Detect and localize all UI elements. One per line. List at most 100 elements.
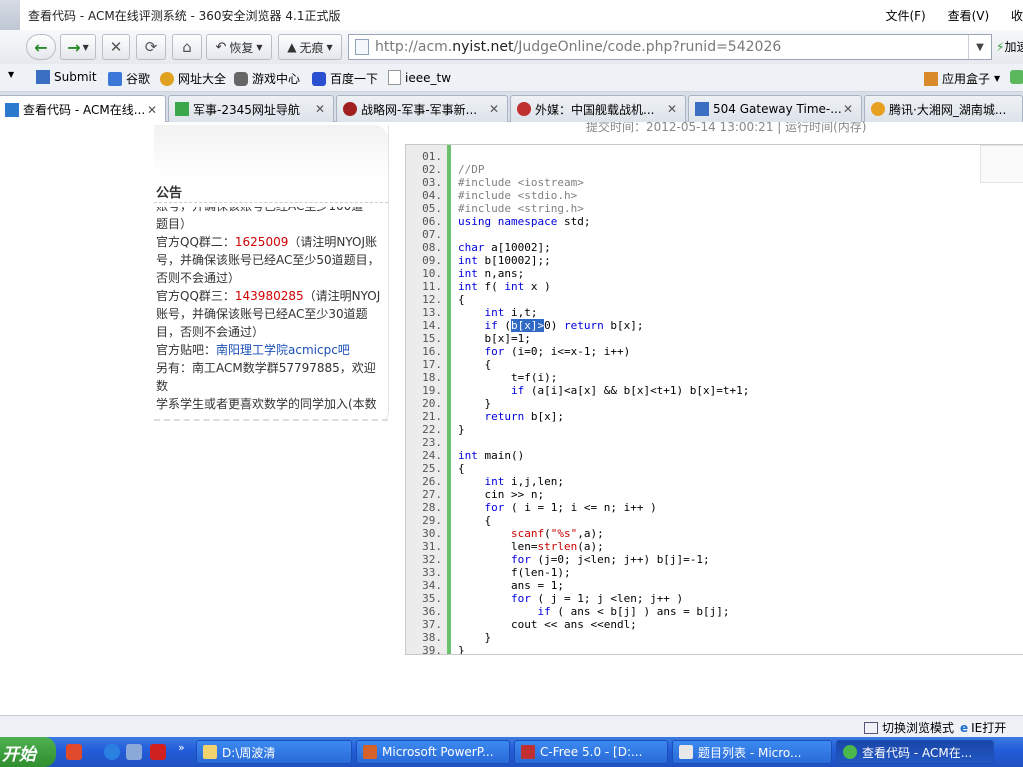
gamepad-icon bbox=[234, 71, 248, 86]
selected-text: b[x]> bbox=[511, 319, 545, 332]
tab-foreign-media[interactable]: 外媒：中国舰载战机... ✕ bbox=[510, 95, 686, 122]
bookmark-ieee[interactable]: ieee_tw bbox=[388, 70, 451, 85]
code-token: { bbox=[458, 514, 492, 527]
line-number: 11. bbox=[422, 280, 442, 293]
close-icon[interactable]: ✕ bbox=[665, 102, 679, 116]
code-token: int bbox=[458, 449, 478, 462]
address-dropdown-button[interactable]: ▼ bbox=[968, 35, 991, 59]
code-token: if bbox=[537, 605, 551, 618]
incognito-icon: ▲ bbox=[287, 40, 297, 54]
bookmark-baidu[interactable]: 百度一下 bbox=[312, 70, 378, 87]
line-number: 05. bbox=[422, 202, 442, 215]
notice-title: 公告 bbox=[156, 186, 183, 201]
bookmark-google[interactable]: 谷歌 bbox=[108, 70, 150, 87]
code-token: std; bbox=[557, 215, 591, 228]
page-icon bbox=[355, 39, 369, 55]
code-line: #include <iostream> bbox=[458, 176, 584, 189]
close-icon[interactable]: ✕ bbox=[145, 103, 159, 117]
ie-icon: e bbox=[960, 720, 969, 735]
app-icon[interactable] bbox=[150, 744, 166, 760]
tab-504-gateway[interactable]: 504 Gateway Time-... ✕ bbox=[688, 95, 862, 122]
address-url[interactable]: http://acm.nyist.net/JudgeOnline/code.ph… bbox=[375, 39, 781, 55]
bookmark-hao123[interactable]: 网址大全 bbox=[160, 70, 226, 87]
code-line: } bbox=[458, 423, 465, 436]
code-line: int i,t; bbox=[458, 306, 538, 319]
paw-icon bbox=[312, 71, 326, 86]
line-number: 10. bbox=[422, 267, 442, 280]
close-icon[interactable]: ✕ bbox=[313, 102, 327, 116]
notice-line: 否则不会通过） bbox=[156, 269, 386, 287]
notice-line: 官方贴吧：南阳理工学院acmicpc吧 bbox=[156, 341, 386, 359]
tab-chinaiiss[interactable]: 战略网-军事-军事新... ✕ bbox=[336, 95, 508, 122]
code-line: for (i=0; i<=x-1; i++) bbox=[458, 345, 631, 358]
quicklaunch-360-icon[interactable] bbox=[66, 744, 82, 760]
stop-button[interactable]: ✕ bbox=[102, 34, 130, 60]
taskbar-problem-list[interactable]: 题目列表 - Micro... bbox=[672, 740, 832, 764]
explorer-icon[interactable] bbox=[126, 744, 142, 760]
line-number: 23. bbox=[422, 436, 442, 449]
code-line: { bbox=[458, 293, 465, 306]
ie-open-button[interactable]: e IE打开 bbox=[960, 719, 1006, 736]
forward-button[interactable]: → ▼ bbox=[60, 34, 96, 60]
extension-icon[interactable] bbox=[1010, 70, 1023, 84]
ie-icon[interactable] bbox=[104, 744, 120, 760]
traceless-button[interactable]: ▲ 无痕 ▼ bbox=[278, 34, 342, 60]
line-number: 04. bbox=[422, 189, 442, 202]
line-number: 32. bbox=[422, 553, 442, 566]
start-button[interactable]: 开始 bbox=[0, 737, 56, 767]
chevron-down-icon: ▼ bbox=[256, 42, 263, 52]
bookmark-games[interactable]: 游戏中心 bbox=[234, 70, 300, 87]
taskbar-folder[interactable]: D:\周波清 bbox=[196, 740, 352, 764]
address-bar[interactable]: http://acm.nyist.net/JudgeOnline/code.ph… bbox=[348, 34, 992, 60]
line-number: 01. bbox=[422, 150, 442, 163]
notice-text: （请注明NYOJ账 bbox=[288, 235, 377, 249]
menu-file[interactable]: 文件(F) bbox=[885, 9, 925, 23]
menu-favorites[interactable]: 收 bbox=[1011, 9, 1023, 23]
leaf-icon bbox=[1010, 70, 1023, 84]
tieba-link[interactable]: 南阳理工学院acmicpc吧 bbox=[216, 343, 350, 357]
tab-acm-code[interactable]: 查看代码 - ACM在线... ✕ bbox=[0, 95, 166, 123]
line-number: 15. bbox=[422, 332, 442, 345]
notice-text: 否则不会通过） bbox=[156, 271, 241, 285]
taskbar-browser[interactable]: 查看代码 - ACM在... bbox=[836, 740, 994, 764]
line-number: 03. bbox=[422, 176, 442, 189]
code-token: scanf bbox=[510, 527, 545, 540]
chevron-right-icon[interactable]: » bbox=[178, 741, 185, 754]
tab-2345-military[interactable]: 军事-2345网址导航 ✕ bbox=[168, 95, 334, 122]
bookmarks-dropdown[interactable]: ▼ bbox=[0, 70, 14, 79]
menu-view[interactable]: 查看(V) bbox=[948, 9, 990, 23]
restore-button[interactable]: ↶ 恢复 ▼ bbox=[206, 34, 272, 60]
code-token: #include <iostream> bbox=[458, 176, 584, 189]
notice-line: 号，并确保该账号已经AC至少50道题目， bbox=[156, 251, 386, 269]
code-line: if (a[i]<a[x] && b[x]<t+1) b[x]=t+1; bbox=[458, 384, 749, 397]
code-token: (a[i]<a[x] && b[x]<t+1) b[x]=t+1; bbox=[524, 384, 750, 397]
refresh-button[interactable]: ⟳ bbox=[136, 34, 166, 60]
accelerate-button[interactable]: ⚡加速 bbox=[996, 38, 1023, 55]
title-bar: 查看代码 - ACM在线评测系统 - 360安全浏览器 4.1正式版 文件(F)… bbox=[0, 0, 1023, 30]
code-token: i,t; bbox=[504, 306, 538, 319]
code-line: scanf("%s",a); bbox=[458, 527, 604, 540]
code-token: f(len-1); bbox=[458, 566, 571, 579]
code-token: cin >> n; bbox=[458, 488, 545, 501]
code-token: ,a); bbox=[577, 527, 604, 540]
taskbar-cfree[interactable]: C-Free 5.0 - [D:... bbox=[514, 740, 668, 764]
tab-tencent-hunan[interactable]: 腾讯·大湘网_湖南城... bbox=[864, 95, 1023, 122]
app-box-button[interactable]: 应用盒子 ▼ bbox=[924, 70, 1000, 87]
back-button[interactable]: ← bbox=[26, 34, 56, 60]
notice-line: 官方QQ群二：1625009（请注明NYOJ账 bbox=[156, 233, 386, 251]
code-toolbar[interactable] bbox=[980, 145, 1023, 183]
close-icon[interactable]: ✕ bbox=[841, 102, 855, 116]
code-viewer[interactable]: 01. 02. 03. 04. 05. 06. 07. 08. 09. 10. 11. 12. 13. 1… bbox=[405, 144, 1023, 655]
line-number: 34. bbox=[422, 579, 442, 592]
taskbar-powerpoint[interactable]: Microsoft PowerP... bbox=[356, 740, 510, 764]
bookmark-submit[interactable]: Submit bbox=[36, 70, 97, 84]
close-icon[interactable]: ✕ bbox=[487, 102, 501, 116]
switch-mode-button[interactable]: 切换浏览模式 bbox=[864, 719, 954, 736]
home-button[interactable]: ⌂ bbox=[172, 34, 202, 60]
notice-text: 号，并确保该账号已经AC至少50道题目， bbox=[156, 253, 380, 267]
refresh-icon: ⟳ bbox=[144, 38, 158, 56]
